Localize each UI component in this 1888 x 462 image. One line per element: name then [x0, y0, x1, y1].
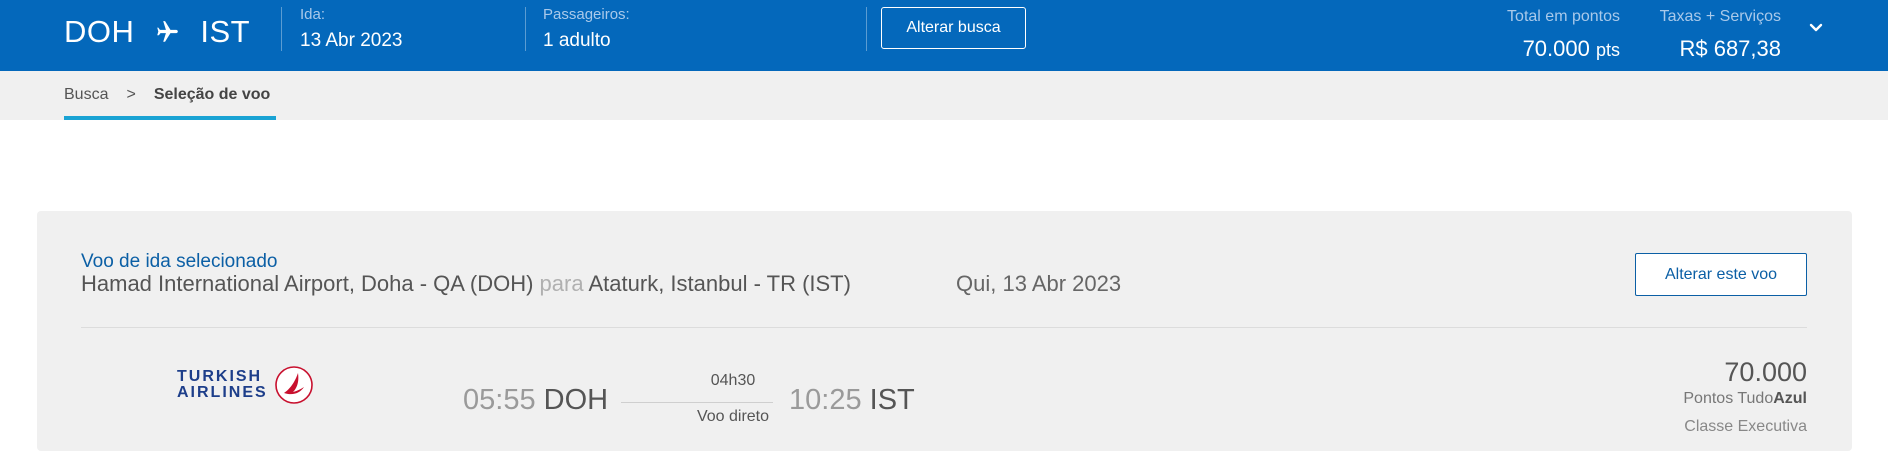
- flight-points: 70.000: [1724, 357, 1807, 387]
- breadcrumb-item-flight-selection: Seleção de voo: [153, 86, 271, 103]
- passengers-field: Passageiros: 1 adulto: [543, 6, 630, 52]
- header-divider: [525, 7, 526, 51]
- origin-code: DOH: [64, 14, 135, 49]
- taxes-label: Taxas + Serviços: [1659, 8, 1781, 25]
- route-summary: DOH IST: [64, 14, 250, 50]
- card-title: Voo de ida selecionado: [81, 251, 278, 272]
- plane-icon: [157, 21, 179, 42]
- alter-search-button[interactable]: Alterar busca: [881, 7, 1026, 49]
- flight-duration: 04h30: [710, 372, 756, 389]
- total-points: Total em pontos 70.000 pts: [1507, 8, 1620, 62]
- destination-code: IST: [200, 14, 251, 49]
- arrival-airport: IST: [869, 384, 915, 416]
- total-points-number: 70.000: [1522, 36, 1590, 61]
- passengers-value: 1 adulto: [543, 30, 611, 51]
- airline-name: TURKISH AIRLINES: [177, 369, 268, 401]
- flight-route: Hamad International Airport, Doha - QA (…: [81, 271, 851, 297]
- flight-stops: Voo direto: [696, 408, 770, 425]
- departure-time: 05:55: [463, 384, 536, 416]
- flight-date: Qui, 13 Abr 2023: [956, 271, 1122, 296]
- header-divider: [866, 7, 867, 51]
- cabin-class: Classe Executiva: [1684, 418, 1807, 435]
- route-connector: para: [539, 271, 584, 296]
- card-divider: [81, 327, 1807, 328]
- chevron-down-icon[interactable]: [1806, 18, 1826, 38]
- airline-logo: TURKISH AIRLINES: [177, 365, 314, 405]
- breadcrumb-separator: >: [126, 86, 136, 103]
- total-points-value: 70.000 pts: [1507, 36, 1620, 62]
- breadcrumb-bar: Busca > Seleção de voo: [0, 71, 1888, 120]
- from-airport: Hamad International Airport, Doha - QA (…: [81, 271, 534, 296]
- flight-duration-line: [621, 402, 773, 403]
- alter-flight-button[interactable]: Alterar este voo: [1635, 253, 1807, 296]
- search-summary-bar: DOH IST Ida: 13 Abr 2023 Passageiros: 1 …: [0, 0, 1888, 71]
- header-divider: [281, 7, 282, 51]
- taxes-services: Taxas + Serviços R$ 687,38: [1660, 8, 1781, 62]
- points-label-brand: Azul: [1773, 390, 1807, 407]
- selected-flight-card: Voo de ida selecionado Hamad Internation…: [37, 211, 1852, 451]
- airline-name-line1: TURKISH: [177, 368, 263, 385]
- total-points-label: Total em pontos: [1507, 8, 1620, 25]
- breadcrumb-item-search[interactable]: Busca: [64, 86, 108, 104]
- taxes-value: R$ 687,38: [1679, 36, 1781, 61]
- departure-date-value: 13 Abr 2023: [300, 30, 403, 51]
- turkish-airlines-emblem-icon: [274, 366, 313, 404]
- to-airport: Ataturk, Istanbul - TR (IST): [588, 271, 851, 296]
- breadcrumb-active-indicator: [64, 116, 276, 120]
- departure: 05:55 DOH: [463, 384, 608, 417]
- arrival-time: 10:25: [789, 384, 862, 416]
- passengers-label: Passageiros:: [543, 6, 630, 23]
- airline-name-line2: AIRLINES: [177, 384, 268, 401]
- arrival: 10:25 IST: [789, 384, 915, 417]
- points-program-label: Pontos TudoAzul: [1683, 390, 1807, 408]
- departure-date-label: Ida:: [300, 6, 326, 23]
- departure-date-field: Ida: 13 Abr 2023: [300, 6, 402, 52]
- total-points-unit: pts: [1595, 40, 1620, 60]
- breadcrumb: Busca > Seleção de voo: [64, 86, 270, 104]
- departure-airport: DOH: [543, 384, 609, 416]
- points-label-prefix: Pontos Tudo: [1683, 390, 1774, 407]
